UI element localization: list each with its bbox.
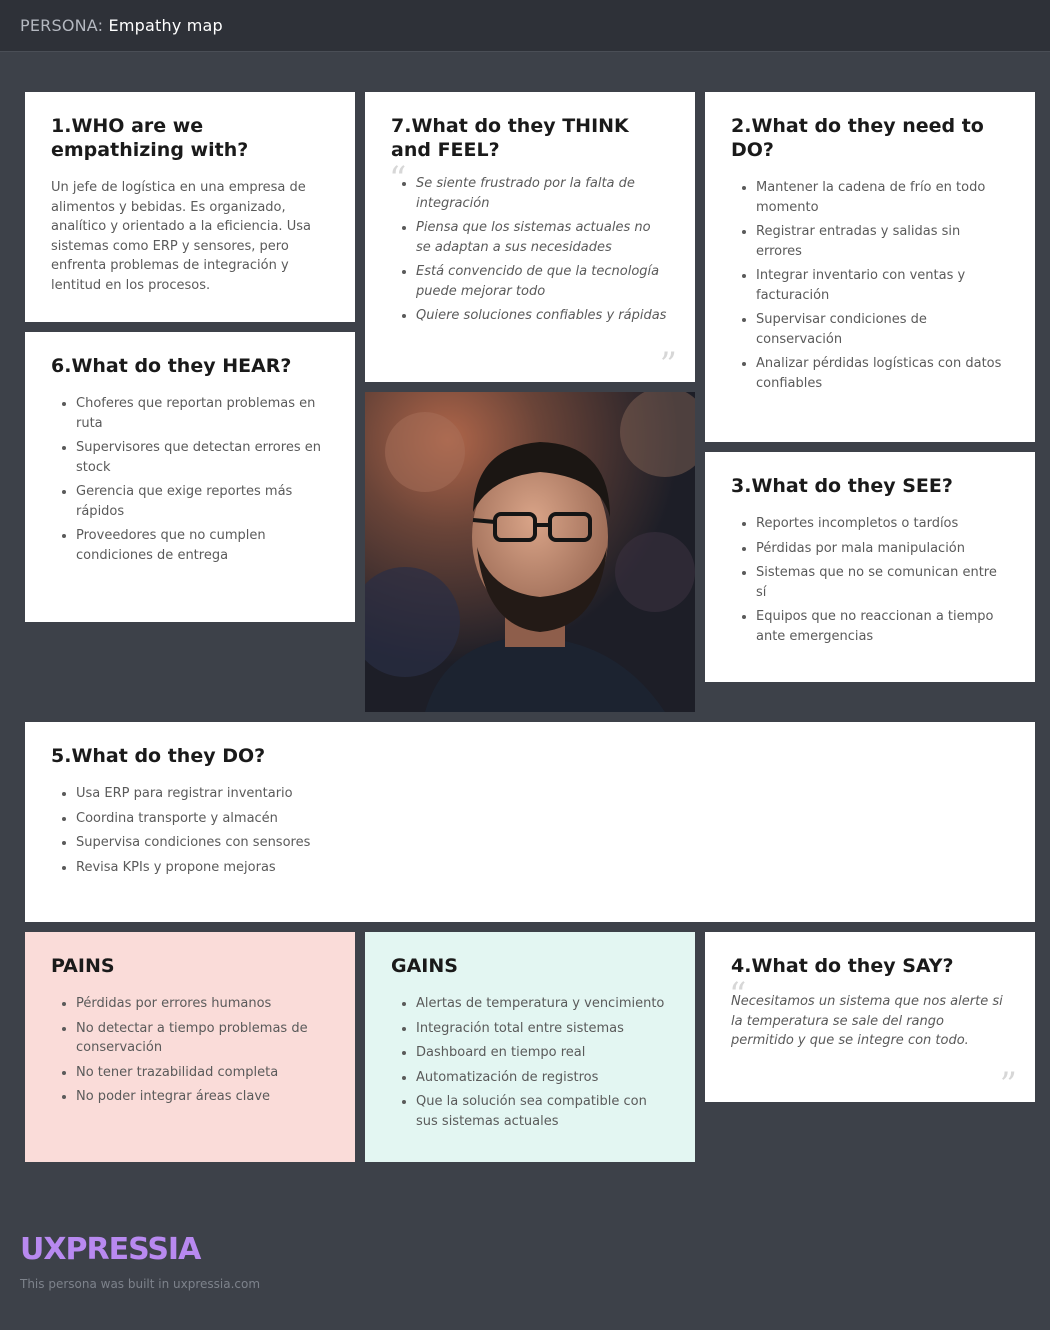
list-item: Proveedores que no cumplen condiciones d… [76,526,329,565]
who-card: 1.WHO are we empathizing with? Un jefe d… [25,92,355,322]
need-title: 2.What do they need to DO? [731,115,984,161]
list-item: Automatización de registros [416,1068,669,1088]
pains-list: Pérdidas por errores humanos No detectar… [51,994,329,1107]
list-item: Pérdidas por errores humanos [76,994,329,1014]
pains-title: PAINS [51,955,115,977]
list-item: Se siente frustrado por la falta de inte… [416,174,669,213]
list-item: Piensa que los sistemas actuales no se a… [416,218,669,257]
list-item: Gerencia que exige reportes más rápidos [76,482,329,521]
do-list: Usa ERP para registrar inventario Coordi… [51,784,1009,877]
close-quote-icon: ” [659,345,677,382]
see-title: 3.What do they SEE? [731,475,953,497]
say-card: 4.What do they SAY? “ Necesitamos un sis… [705,932,1035,1102]
list-item: Equipos que no reaccionan a tiempo ante … [756,607,1009,646]
list-item: No detectar a tiempo problemas de conser… [76,1019,329,1058]
list-item: Coordina transporte y almacén [76,809,1009,829]
persona-photo [365,392,695,712]
top-bar: PERSONA: Empathy map [0,0,1050,52]
list-item: Pérdidas por mala manipulación [756,539,1009,559]
list-item: Que la solución sea compatible con sus s… [416,1092,669,1131]
think-list: Se siente frustrado por la falta de inte… [391,174,669,326]
do-card: 5.What do they DO? Usa ERP para registra… [25,722,1035,922]
list-item: Integración total entre sistemas [416,1019,669,1039]
list-item: Usa ERP para registrar inventario [76,784,1009,804]
list-item: Dashboard en tiempo real [416,1043,669,1063]
gains-title: GAINS [391,955,458,977]
footer-note: This persona was built in uxpressia.com [20,1277,261,1291]
page-title: PERSONA: Empathy map [20,16,223,35]
pains-card: PAINS Pérdidas por errores humanos No de… [25,932,355,1162]
need-card: 2.What do they need to DO? Mantener la c… [705,92,1035,442]
list-item: Está convencido de que la tecnología pue… [416,262,669,301]
see-list: Reportes incompletos o tardíos Pérdidas … [731,514,1009,646]
open-quote-icon: “ [729,975,747,1015]
persona-portrait-illustration [365,392,695,712]
open-quote-icon: “ [389,159,407,199]
list-item: Analizar pérdidas logísticas con datos c… [756,354,1009,393]
list-item: Supervisores que detectan errores en sto… [76,438,329,477]
say-quote: Necesitamos un sistema que nos alerte si… [731,994,1003,1048]
see-card: 3.What do they SEE? Reportes incompletos… [705,452,1035,682]
who-text: Un jefe de logística en una empresa de a… [51,180,311,293]
list-item: Sistemas que no se comunican entre sí [756,563,1009,602]
hear-card: 6.What do they HEAR? Choferes que report… [25,332,355,622]
need-list: Mantener la cadena de frío en todo momen… [731,178,1009,393]
list-item: No poder integrar áreas clave [76,1087,329,1107]
list-item: Reportes incompletos o tardíos [756,514,1009,534]
list-item: Choferes que reportan problemas en ruta [76,394,329,433]
gains-list: Alertas de temperatura y vencimiento Int… [391,994,669,1131]
uxpressia-logo[interactable]: UXPRESSIA [20,1232,201,1267]
gains-card: GAINS Alertas de temperatura y vencimien… [365,932,695,1162]
list-item: No tener trazabilidad completa [76,1063,329,1083]
list-item: Revisa KPIs y propone mejoras [76,858,1009,878]
list-item: Alertas de temperatura y vencimiento [416,994,669,1014]
say-title: 4.What do they SAY? [731,955,954,977]
list-item: Registrar entradas y salidas sin errores [756,222,1009,261]
close-quote-icon: ” [999,1065,1017,1102]
list-item: Mantener la cadena de frío en todo momen… [756,178,1009,217]
hear-list: Choferes que reportan problemas en ruta … [51,394,329,565]
page-title-prefix: PERSONA: [20,16,104,35]
do-title: 5.What do they DO? [51,745,266,767]
page-title-text: Empathy map [108,16,223,35]
think-title: 7.What do they THINK and FEEL? [391,115,629,161]
list-item: Supervisar condiciones de conservación [756,310,1009,349]
list-item: Quiere soluciones confiables y rápidas [416,306,669,326]
think-card: 7.What do they THINK and FEEL? “ Se sien… [365,92,695,382]
list-item: Supervisa condiciones con sensores [76,833,1009,853]
list-item: Integrar inventario con ventas y factura… [756,266,1009,305]
who-title: 1.WHO are we empathizing with? [51,115,249,161]
hear-title: 6.What do they HEAR? [51,355,292,377]
